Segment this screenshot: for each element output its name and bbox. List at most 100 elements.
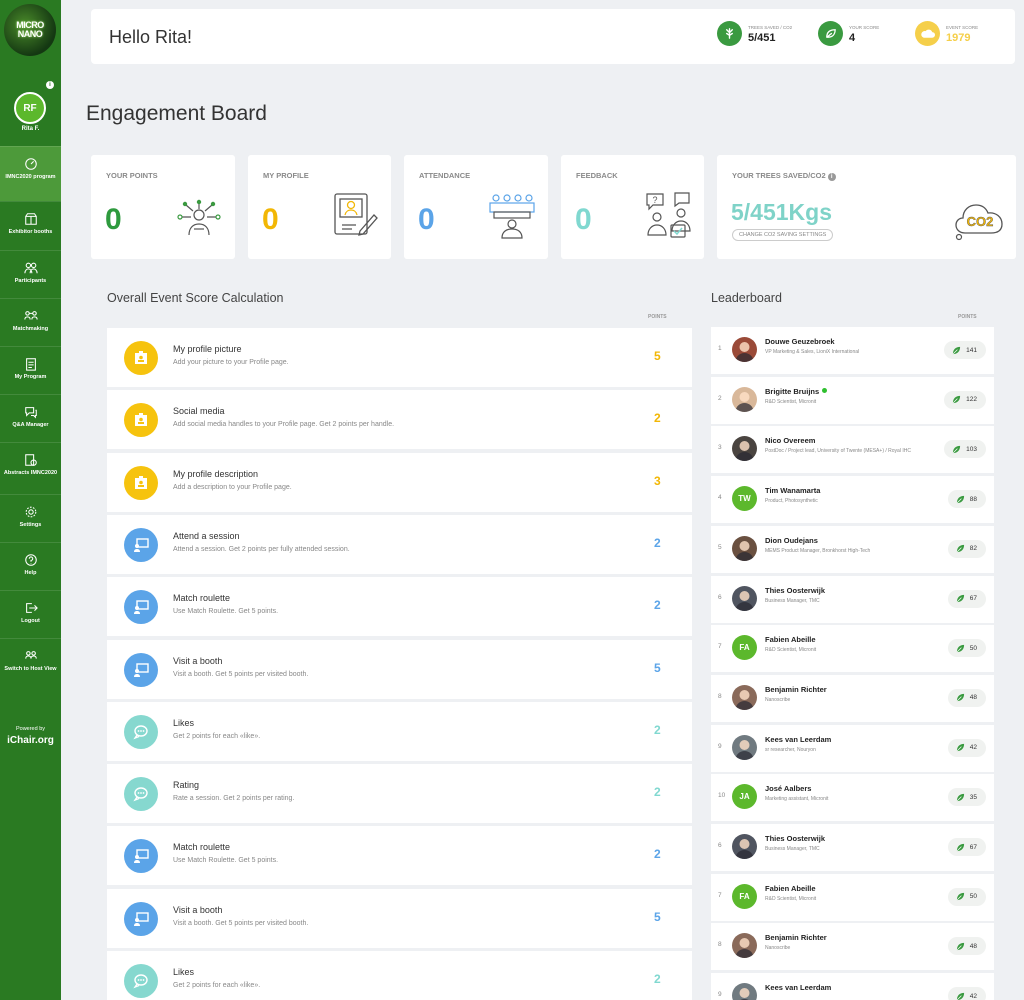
- sidebar-item-logout[interactable]: Logout: [0, 590, 61, 638]
- dashboard-icon: [24, 158, 37, 170]
- leaderboard-name: Fabien Abeille: [765, 635, 816, 644]
- leaf-icon: [818, 21, 843, 46]
- leaderboard-rank: 10: [718, 792, 726, 800]
- avatar: FA: [732, 635, 757, 661]
- leaf-icon: [956, 743, 964, 752]
- leaderboard-points-pill: 48: [947, 688, 986, 707]
- trees-saved-value: 5/451: [748, 32, 776, 44]
- leaderboard-row[interactable]: 9 Kees van Leerdam sr researcher, Nouryon 4…: [711, 724, 994, 772]
- sidebar: MICRO NANO i RF Rita F. IMNC2020 program…: [0, 0, 61, 1000]
- leaderboard-row[interactable]: 8 Benjamin Richter Nanoscribe 48: [711, 674, 994, 722]
- presentation-icon: [124, 590, 158, 625]
- leaderboard-points: 42: [969, 744, 977, 752]
- leaderboard-name: Nico Overeem: [765, 436, 815, 445]
- score-row-description: Get 2 points for each «like».: [173, 982, 261, 989]
- leaderboard-row[interactable]: 3 Nico Overeem PostDoc / Project lead, Uni…: [711, 426, 994, 474]
- leaderboard-name: Brigitte Bruijns: [765, 387, 828, 396]
- sidebar-item-q-a-manager[interactable]: Q&A Manager: [0, 394, 61, 442]
- leaderboard-rank: 1: [718, 345, 722, 352]
- avatar: [732, 933, 757, 959]
- sidebar-item-help[interactable]: Help: [0, 542, 61, 590]
- sidebar-item-label: My Program: [14, 374, 47, 380]
- avatar[interactable]: RF: [14, 92, 46, 124]
- leaderboard-rank: 6: [718, 842, 722, 849]
- sidebar-item-settings[interactable]: Settings: [0, 494, 61, 542]
- leaderboard-points-pill: 50: [947, 887, 986, 906]
- leaderboard-points: 35: [969, 793, 977, 801]
- leaderboard-points: 88: [969, 495, 977, 503]
- leaf-icon: [956, 793, 964, 802]
- score-row-title: Visit a booth: [173, 655, 223, 666]
- leaderboard-row[interactable]: 7 FA Fabien Abeille R&D Scientist, Micronit…: [711, 625, 994, 673]
- leaf-icon: [952, 445, 961, 454]
- sidebar-item-label: Switch to Host View: [4, 666, 57, 672]
- card-title: MY PROFILE: [263, 171, 309, 180]
- greeting: Hello Rita!: [109, 27, 193, 47]
- sidebar-item-label: Exhibitor booths: [8, 229, 53, 235]
- score-row: Visit a booth Visit a booth. Get 5 points…: [107, 639, 692, 699]
- network-person-icon: [177, 199, 221, 236]
- score-points-header: POINTS: [648, 314, 667, 320]
- page-title: Engagement Board: [86, 102, 267, 125]
- sidebar-item-abstracts-imnc2020[interactable]: Abstracts IMNC2020: [0, 442, 61, 490]
- sidebar-item-matchmaking[interactable]: Matchmaking: [0, 298, 61, 346]
- sidebar-item-label: Matchmaking: [12, 326, 49, 332]
- score-section-title: Overall Event Score Calculation: [107, 291, 284, 305]
- booth-icon: [24, 213, 37, 225]
- co2-value: 5/451Kgs: [731, 199, 833, 225]
- change-co2-settings-button[interactable]: CHANGE CO2 SAVING SETTINGS: [732, 229, 834, 241]
- leaderboard-name-text: Nico Overeem: [765, 436, 816, 446]
- leaderboard-name-text: Benjamin Richter: [765, 684, 827, 694]
- event-logo[interactable]: MICRO NANO: [4, 4, 56, 56]
- avatar: [732, 535, 757, 561]
- leaderboard-points: 122: [966, 396, 977, 404]
- leaderboard-rank: 7: [718, 891, 722, 899]
- info-icon[interactable]: i: [827, 173, 836, 181]
- chat-icon: [24, 407, 37, 419]
- powered-by[interactable]: Powered by iChair.org: [0, 726, 61, 746]
- leaderboard-rank: 2: [718, 394, 722, 402]
- leaderboard-row[interactable]: 7 FA Fabien Abeille R&D Scientist, Micronit…: [711, 873, 994, 921]
- sidebar-item-label: Logout: [21, 618, 40, 624]
- leaderboard-row[interactable]: 5 Dion Oudejans MEMS Product Manager, Bron…: [711, 525, 994, 573]
- sidebar-item-participants[interactable]: Participants: [0, 250, 61, 298]
- trees-saved-label: TREES SAVED / CO2: [748, 25, 793, 30]
- avatar: [732, 684, 757, 710]
- event-score-label: EVENT SCORE: [946, 25, 979, 30]
- score-row-description: Rate a session. Get 2 points per rating.: [173, 795, 295, 803]
- sidebar-item-switch-to-host-view[interactable]: Switch to Host View: [0, 638, 61, 686]
- leaderboard-description: VP Marketing & Sales, LioniX Internation…: [765, 349, 860, 355]
- top-header: Hello Rita! TREES SAVED / CO2 5/451 YOUR…: [91, 9, 1015, 64]
- presentation-icon: [124, 527, 158, 562]
- leaderboard-row[interactable]: 6 Thies Oosterwijk Business Manager, TMC 67: [711, 824, 994, 871]
- sidebar-item-my-program[interactable]: My Program: [0, 346, 61, 394]
- my-profile-card: MY PROFILE 0: [248, 155, 391, 259]
- score-row-title: My profile picture: [173, 344, 242, 354]
- id-card-icon: [124, 403, 158, 438]
- avatar: [732, 386, 757, 412]
- leaderboard-row[interactable]: 1 Douwe Geuzebroek VP Marketing & Sales, L…: [711, 327, 994, 374]
- sidebar-item-exhibitor-booths[interactable]: Exhibitor booths: [0, 201, 61, 249]
- leaderboard-row[interactable]: 2 Brigitte Bruijns R&D Scientist, Micronit…: [711, 376, 994, 424]
- leaderboard-row[interactable]: 9 Kees van Leerdam 42: [711, 973, 994, 1000]
- svg-text:?: ?: [652, 195, 657, 205]
- leaderboard-row[interactable]: 4 TW Tim Wanamarta Product, Photosynthetic 8…: [711, 476, 994, 524]
- score-row-title: My profile description: [173, 468, 259, 479]
- score-row-title: Social media: [173, 406, 225, 417]
- leaderboard-name: Douwe Geuzebroek: [765, 337, 835, 346]
- leaderboard-row[interactable]: 8 Benjamin Richter Nanoscribe 48: [711, 923, 994, 971]
- info-icon[interactable]: i: [46, 81, 54, 89]
- leaderboard-rank: 8: [718, 941, 722, 949]
- score-row-points: 2: [654, 411, 661, 426]
- leaderboard-name-text: Fabien Abeille: [765, 635, 816, 645]
- leaderboard-row[interactable]: 10 JA José Aalbers Marketing assistant, Mic…: [711, 774, 994, 822]
- score-row-points: 2: [654, 972, 661, 986]
- sidebar-item-imnc2020-program[interactable]: IMNC2020 program: [0, 146, 61, 201]
- leaderboard-row[interactable]: 6 Thies Oosterwijk Business Manager, TMC 67: [711, 575, 994, 623]
- avatar: JA: [732, 784, 757, 810]
- leaderboard-rank: 3: [718, 444, 722, 452]
- presentation-icon: [124, 901, 158, 936]
- card-value: 0: [262, 203, 279, 236]
- leaderboard-title: Leaderboard: [711, 291, 782, 305]
- leaderboard-points-pill: 42: [947, 738, 986, 757]
